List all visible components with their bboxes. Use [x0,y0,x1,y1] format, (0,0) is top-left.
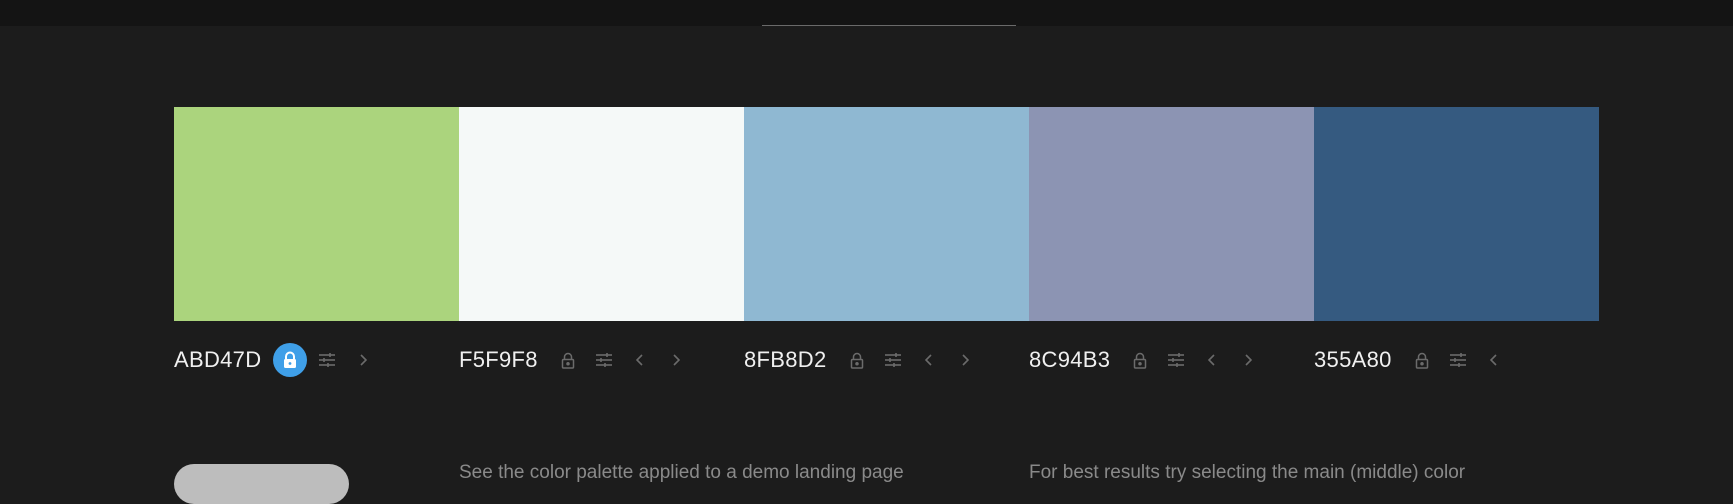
swatch-control-1: ABD47D [174,340,459,380]
color-swatch-3[interactable] [744,107,1029,321]
lock-icon[interactable] [839,342,875,378]
color-swatch-1[interactable] [174,107,459,321]
chevron-right-icon[interactable] [1230,342,1266,378]
color-swatch-2[interactable] [459,107,744,321]
hex-code-label[interactable]: ABD47D [174,347,261,373]
selection-hint-text: For best results try selecting the main … [1029,462,1466,483]
hex-code-label[interactable]: F5F9F8 [459,347,538,373]
top-bar [0,0,1733,26]
color-palette [174,107,1599,321]
color-swatch-5[interactable] [1314,107,1599,321]
sliders-icon[interactable] [586,342,622,378]
hex-code-label[interactable]: 8FB8D2 [744,347,827,373]
sliders-icon[interactable] [309,342,345,378]
chevron-right-icon[interactable] [947,342,983,378]
hex-code-label[interactable]: 355A80 [1314,347,1392,373]
chevron-right-icon[interactable] [345,342,381,378]
lock-icon[interactable] [1404,342,1440,378]
sliders-icon[interactable] [875,342,911,378]
swatch-control-3: 8FB8D2 [744,340,1029,380]
chevron-right-icon[interactable] [658,342,694,378]
sliders-icon[interactable] [1440,342,1476,378]
swatch-control-4: 8C94B3 [1029,340,1314,380]
chevron-left-icon[interactable] [622,342,658,378]
swatch-control-2: F5F9F8 [459,340,744,380]
lock-icon[interactable] [1122,342,1158,378]
swatch-controls: ABD47D F5F9F8 8FB8D2 8C94B3 355A80 [174,340,1599,380]
chevron-left-icon[interactable] [1194,342,1230,378]
active-tab-indicator [762,25,1016,26]
color-swatch-4[interactable] [1029,107,1314,321]
chevron-left-icon[interactable] [1476,342,1512,378]
chevron-left-icon[interactable] [911,342,947,378]
sliders-icon[interactable] [1158,342,1194,378]
lock-icon[interactable] [550,342,586,378]
demo-hint-text: See the color palette applied to a demo … [459,462,904,483]
hex-code-label[interactable]: 8C94B3 [1029,347,1110,373]
swatch-control-5: 355A80 [1314,340,1599,380]
demo-button[interactable] [174,464,349,504]
lock-icon[interactable] [273,343,308,377]
